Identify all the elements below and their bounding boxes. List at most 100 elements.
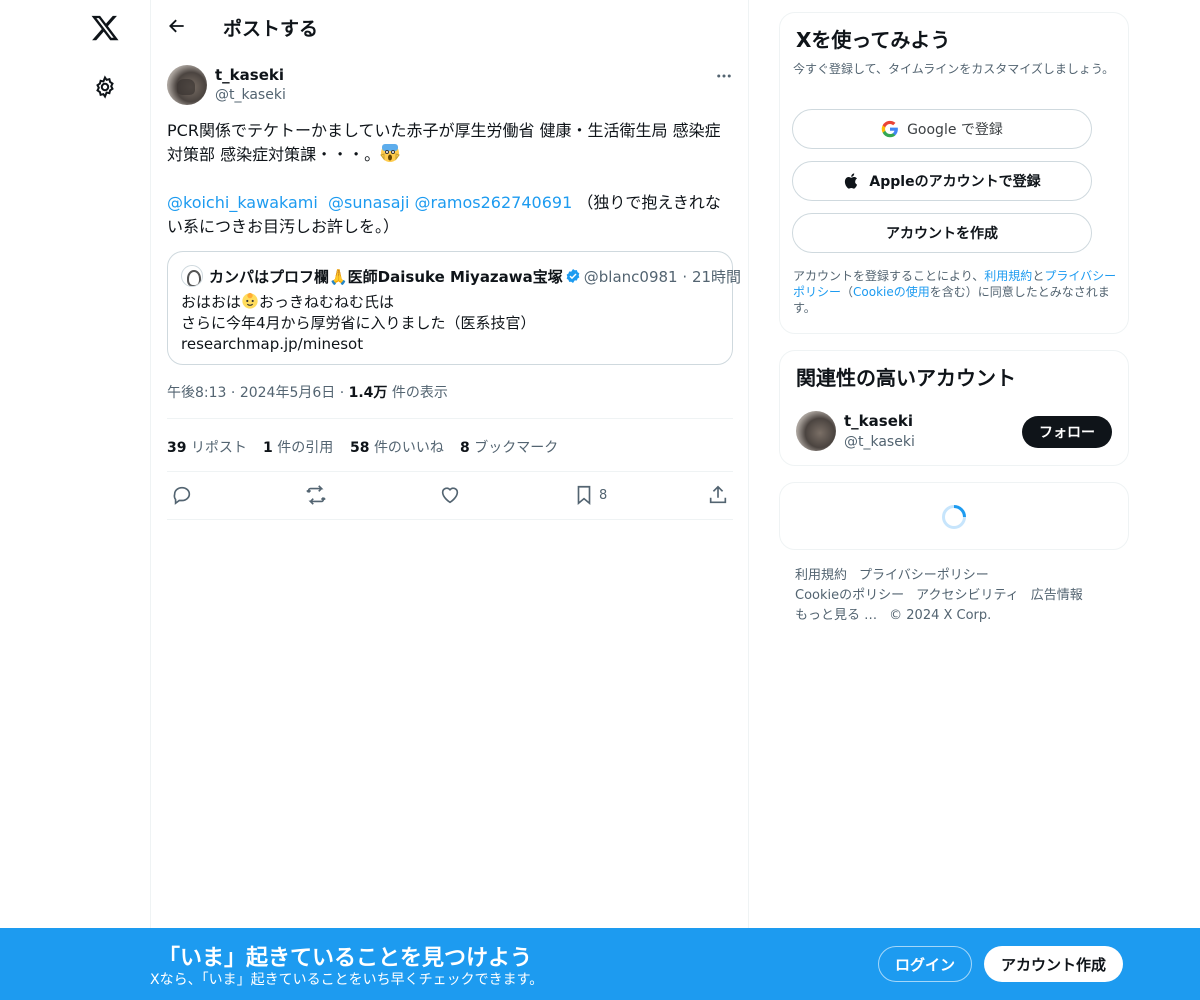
quote-time: 21時間: [691, 268, 742, 286]
create-account-label: アカウントを作成: [886, 226, 998, 242]
timestamp-time[interactable]: 午後8:13: [167, 385, 226, 401]
separator: ·: [339, 385, 345, 401]
reply-icon: [173, 486, 191, 505]
reposts-label: リポスト: [190, 440, 247, 456]
tweet-text-body: PCR関係でテケトーかましていた赤子が厚生労働省 健康・生活衛生局 感染症対策部…: [167, 121, 721, 164]
mention-link[interactable]: @sunasaji: [328, 193, 409, 212]
cookie-link[interactable]: Cookieの使用: [853, 285, 930, 299]
login-button[interactable]: ログイン: [878, 946, 972, 982]
quote-author-name: カンパはプロフ欄🙏医師Daisuke Miyazawa宝塚: [209, 268, 563, 286]
bookmark-button[interactable]: 8: [573, 484, 607, 506]
google-signup-label: Google で登録: [907, 122, 1003, 138]
views-label: 件の表示: [391, 385, 448, 401]
bookmark-icon: [577, 485, 591, 506]
reposts-stat[interactable]: 39 リポスト: [167, 437, 247, 457]
footer-terms-link[interactable]: 利用規約: [795, 568, 847, 583]
banner-title: 「いま」起きていることを見つけよう: [158, 946, 533, 971]
main-column: ポストする t_kaseki @t_kaseki PCR関係でテケトーかましてい…: [150, 0, 749, 1000]
google-icon: [881, 120, 898, 138]
create-account-button[interactable]: アカウントを作成: [792, 213, 1092, 253]
separator: ·: [230, 385, 236, 401]
quotes-stat[interactable]: 1 件の引用: [263, 437, 333, 457]
bookmark-count: 8: [599, 487, 608, 503]
google-signup-button[interactable]: Google で登録: [792, 109, 1092, 149]
likes-label: 件のいいね: [373, 440, 444, 456]
loading-spinner-icon: [942, 505, 966, 529]
bookmarks-stat[interactable]: 8 ブックマーク: [460, 437, 558, 457]
share-button[interactable]: [707, 484, 729, 506]
apple-icon: [845, 173, 858, 189]
related-title: 関連性の高いアカウント: [796, 366, 1016, 390]
apple-signup-label: Appleのアカウントで登録: [869, 174, 1041, 190]
banner-signup-button[interactable]: アカウント作成: [984, 946, 1123, 982]
quote-header: カンパはプロフ欄🙏医師Daisuke Miyazawa宝塚 @blanc0981 …: [209, 266, 741, 287]
quote-text: おはおは おっきねむねむ氏は さらに今年4月から厚労省に入りました（医系技官） r…: [181, 292, 536, 355]
quote-text-line: おっきねむねむ氏は: [259, 293, 395, 311]
baby-face-emoji-icon: [242, 292, 258, 309]
x-logo-icon[interactable]: [90, 13, 120, 43]
heart-icon: [441, 487, 459, 504]
quote-tweet-card[interactable]: カンパはプロフ欄🙏医師Daisuke Miyazawa宝塚 @blanc0981 …: [167, 251, 741, 365]
mention-link[interactable]: @koichi_kawakami: [167, 193, 318, 212]
bottom-signup-banner: 「いま」起きていることを見つけよう Xなら、「いま」起きていることをいち早くチェ…: [0, 928, 1200, 1000]
quote-text-line: おはおは: [181, 293, 242, 311]
tweet-text: PCR関係でテケトーかましていた赤子が厚生労働省 健康・生活衛生局 感染症対策部…: [167, 119, 733, 239]
quote-text-line: さらに今年4月から厚労省に入りました（医系技官）: [181, 314, 536, 332]
signup-panel: Xを使ってみよう 今すぐ登録して、タイムラインをカスタマイズしましょう。 Goo…: [779, 12, 1129, 334]
bookmarks-count: 8: [460, 440, 470, 456]
legal-text: アカウントを登録することにより、利用規約とプライバシーポリシー（Cookieの使…: [793, 268, 1123, 316]
legal-text-part: （: [841, 285, 854, 299]
legal-text-part: アカウントを登録することにより、: [793, 269, 985, 283]
signup-subtitle: 今すぐ登録して、タイムラインをカスタマイズしましょう。: [793, 62, 1115, 76]
repost-button[interactable]: [305, 484, 327, 506]
verified-badge-icon: [566, 269, 580, 283]
bookmarks-label: ブックマーク: [474, 440, 559, 456]
mention-link[interactable]: @ramos262740691: [415, 193, 573, 212]
footer-more-link[interactable]: もっと見る …: [795, 608, 877, 623]
avatar[interactable]: [796, 411, 836, 451]
reply-button[interactable]: [171, 484, 193, 506]
arrow-left-icon[interactable]: [167, 16, 187, 36]
engagement-stats: 39 リポスト 1 件の引用 58 件のいいね 8 ブックマーク: [167, 418, 733, 472]
related-accounts-panel: 関連性の高いアカウント t_kaseki @t_kaseki フォロー: [779, 350, 1129, 466]
repost-icon: [306, 485, 326, 505]
footer-cookie-link[interactable]: Cookieのポリシー: [795, 588, 904, 603]
footer-ads-link[interactable]: 広告情報: [1031, 588, 1083, 603]
more-options-icon[interactable]: [715, 67, 733, 85]
share-icon: [709, 485, 727, 504]
top-bar: ポストする: [151, 0, 749, 53]
footer-accessibility-link[interactable]: アクセシビリティ: [916, 588, 1019, 603]
footer-privacy-link[interactable]: プライバシーポリシー: [859, 568, 989, 583]
terms-link[interactable]: 利用規約: [984, 269, 1032, 283]
tweet-actions: 8: [167, 472, 733, 520]
follow-button[interactable]: フォロー: [1022, 416, 1112, 448]
author-handle[interactable]: @t_kaseki: [215, 87, 286, 103]
gear-icon[interactable]: [93, 75, 117, 99]
like-button[interactable]: [439, 484, 461, 506]
tweet-timestamp: 午後8:13 · 2024年5月6日 · 1.4万 件の表示: [167, 382, 448, 402]
legal-text-part: と: [1032, 269, 1045, 283]
likes-count: 58: [350, 440, 370, 456]
timestamp-date[interactable]: 2024年5月6日: [240, 385, 335, 401]
loading-panel: [779, 482, 1129, 550]
quote-author-handle: @blanc0981: [583, 268, 678, 286]
quotes-count: 1: [263, 440, 273, 456]
left-nav: [0, 0, 150, 1000]
avatar: [181, 265, 203, 287]
screaming-face-emoji-icon: [380, 144, 400, 162]
banner-subtitle: Xなら、「いま」起きていることをいち早くチェックできます。: [150, 972, 544, 988]
signup-title: Xを使ってみよう: [796, 28, 951, 52]
related-account-name[interactable]: t_kaseki: [844, 412, 913, 430]
likes-stat[interactable]: 58 件のいいね: [350, 437, 444, 457]
quotes-label: 件の引用: [277, 440, 334, 456]
related-account-handle[interactable]: @t_kaseki: [844, 434, 915, 450]
page-title: ポストする: [223, 18, 319, 40]
views-count: 1.4万: [348, 385, 388, 401]
quote-link-text: researchmap.jp/minesot: [181, 335, 364, 353]
separator: ·: [682, 268, 688, 286]
apple-signup-button[interactable]: Appleのアカウントで登録: [792, 161, 1092, 201]
tweet-author: t_kaseki @t_kaseki: [167, 64, 733, 108]
sidebar-footer: 利用規約 プライバシーポリシー Cookieのポリシー アクセシビリティ 広告情報 も…: [795, 566, 1115, 626]
avatar[interactable]: [167, 65, 207, 105]
author-name[interactable]: t_kaseki: [215, 66, 284, 84]
